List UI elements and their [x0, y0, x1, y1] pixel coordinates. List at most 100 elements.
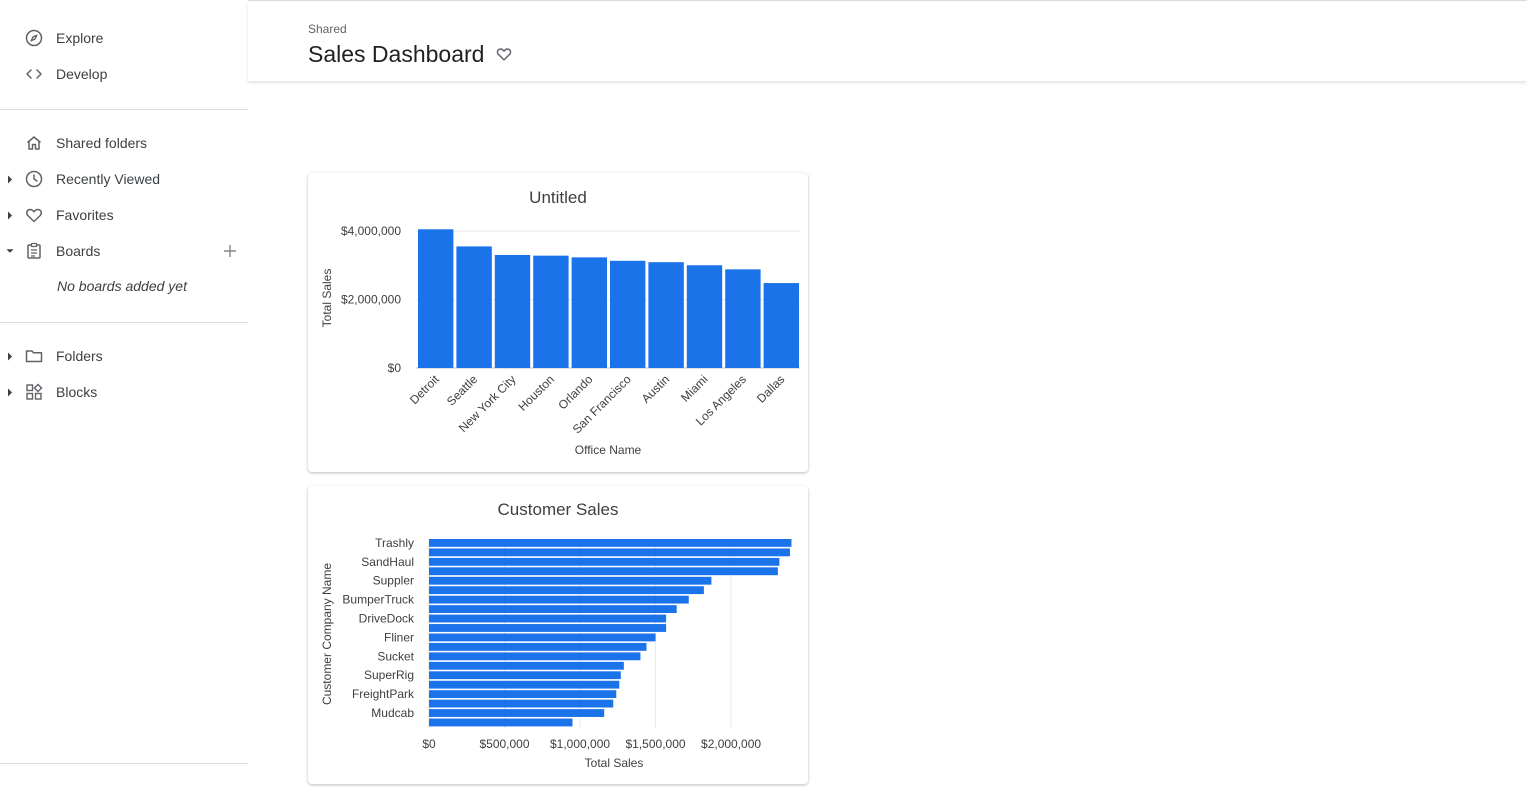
bar: [429, 661, 624, 670]
y-tick-label: SandHaul: [361, 555, 414, 569]
x-tick-label: $1,500,000: [626, 737, 686, 751]
y-tick-label: FreightPark: [352, 687, 415, 701]
y-tick-label: Suppler: [373, 574, 414, 588]
x-tick-label: Detroit: [407, 372, 442, 407]
caret-right-icon[interactable]: [6, 174, 14, 184]
page-title: Sales Dashboard: [308, 41, 485, 67]
x-axis-label: Office Name: [575, 443, 642, 457]
home-icon: [24, 133, 44, 153]
dashboard-header: Shared Sales Dashboard: [248, 1, 1527, 81]
sidebar-item-label: Shared folders: [56, 135, 148, 151]
blocks-icon: [24, 382, 44, 402]
sidebar-item-label: Blocks: [56, 384, 98, 400]
x-tick-label: $1,000,000: [550, 737, 610, 751]
sidebar-item-recently-viewed[interactable]: Recently Viewed: [0, 161, 248, 197]
heart-icon: [24, 205, 44, 225]
bar: [429, 718, 573, 727]
boards-empty-message: No boards added yet: [57, 278, 187, 294]
bar: [429, 652, 641, 661]
folder-icon: [24, 346, 44, 366]
bar: [429, 567, 778, 576]
sidebar: Explore Develop Shared folders Recently …: [0, 0, 248, 787]
bar: [429, 539, 792, 547]
x-tick-label: Austin: [639, 372, 672, 405]
x-tick-label: Seattle: [444, 372, 481, 409]
x-tick-label: $0: [422, 737, 436, 751]
bar: [429, 586, 704, 595]
y-tick-label: Mudcab: [371, 706, 414, 720]
x-tick-label: Dallas: [754, 372, 787, 405]
clipboard-icon: [24, 241, 44, 261]
x-tick-label: Houston: [516, 372, 558, 414]
y-tick-label: BumperTruck: [342, 593, 415, 607]
sidebar-item-label: Folders: [56, 348, 103, 364]
x-axis-label: Total Sales: [585, 756, 644, 770]
bar: [429, 642, 647, 651]
tile-office-sales[interactable]: Untitled $0 $2,000,000 $4,000,000 Detroit Se…: [308, 173, 808, 472]
bar: [763, 283, 799, 368]
sidebar-item-explore[interactable]: Explore: [0, 20, 248, 56]
bar: [648, 262, 684, 368]
y-tick-label: $0: [388, 361, 402, 375]
bar: [725, 269, 761, 368]
bar: [418, 229, 454, 368]
y-tick-label: $2,000,000: [341, 293, 401, 307]
y-axis-label: Customer Company Name: [320, 563, 334, 705]
y-tick-label: Sucket: [377, 649, 414, 663]
bar: [429, 595, 689, 604]
y-tick-label: Trashly: [375, 536, 414, 550]
code-icon: [24, 64, 44, 84]
bar: [429, 690, 617, 699]
sidebar-item-boards[interactable]: Boards: [0, 233, 248, 269]
y-tick-label: DriveDock: [359, 612, 415, 626]
bar: [429, 633, 656, 642]
sidebar-item-label: Develop: [56, 66, 108, 82]
breadcrumb[interactable]: Shared: [308, 22, 347, 36]
sidebar-item-develop[interactable]: Develop: [0, 56, 248, 92]
bar: [429, 680, 620, 689]
x-tick-label: $500,000: [479, 737, 529, 751]
bar: [429, 671, 621, 680]
bar: [429, 624, 667, 632]
caret-right-icon[interactable]: [6, 210, 14, 220]
sidebar-divider: [0, 109, 248, 110]
y-axis-label: Total Sales: [320, 269, 334, 328]
x-tick-label: $2,000,000: [701, 737, 761, 751]
bar: [429, 605, 677, 613]
bar: [429, 557, 780, 566]
bar: [533, 255, 569, 368]
sidebar-item-favorites[interactable]: Favorites: [0, 197, 248, 233]
bar: [429, 548, 790, 557]
y-tick-label: $4,000,000: [341, 224, 401, 238]
sidebar-divider: [0, 763, 248, 764]
favorite-heart-icon[interactable]: [495, 45, 513, 63]
y-tick-label: Fliner: [384, 630, 414, 644]
caret-down-icon[interactable]: [6, 246, 14, 256]
bar: [429, 699, 614, 708]
sidebar-item-label: Favorites: [56, 207, 114, 223]
bar: [571, 257, 607, 368]
sidebar-item-label: Recently Viewed: [56, 171, 161, 187]
sidebar-item-label: Explore: [56, 30, 104, 46]
bar: [610, 260, 646, 368]
bar: [456, 246, 492, 368]
clock-icon: [24, 169, 44, 189]
compass-icon: [24, 28, 44, 48]
office-sales-chart: $0$2,000,000$4,000,000Detroit SeattleNew …: [320, 224, 800, 457]
sidebar-divider: [0, 322, 248, 323]
bar: [429, 709, 605, 717]
caret-right-icon[interactable]: [6, 387, 14, 397]
bar: [429, 614, 667, 623]
add-board-icon[interactable]: [221, 242, 239, 260]
y-tick-label: SuperRig: [364, 668, 414, 682]
customer-sales-chart: $0 $500,000 $1,000,000 $1,500,000 $2,000,000…: [320, 536, 792, 770]
sidebar-item-shared-folders[interactable]: Shared folders: [0, 125, 248, 161]
sidebar-item-folders[interactable]: Folders: [0, 338, 248, 374]
caret-right-icon[interactable]: [6, 351, 14, 361]
sidebar-item-blocks[interactable]: Blocks: [0, 374, 248, 410]
x-tick-label: Miami: [678, 372, 711, 405]
tile-customer-sales[interactable]: Customer Sales $0 $500,000 $1,000,000 $1,50…: [308, 486, 808, 784]
bar: [686, 265, 723, 368]
bar: [494, 254, 531, 368]
sidebar-item-label: Boards: [56, 243, 101, 259]
